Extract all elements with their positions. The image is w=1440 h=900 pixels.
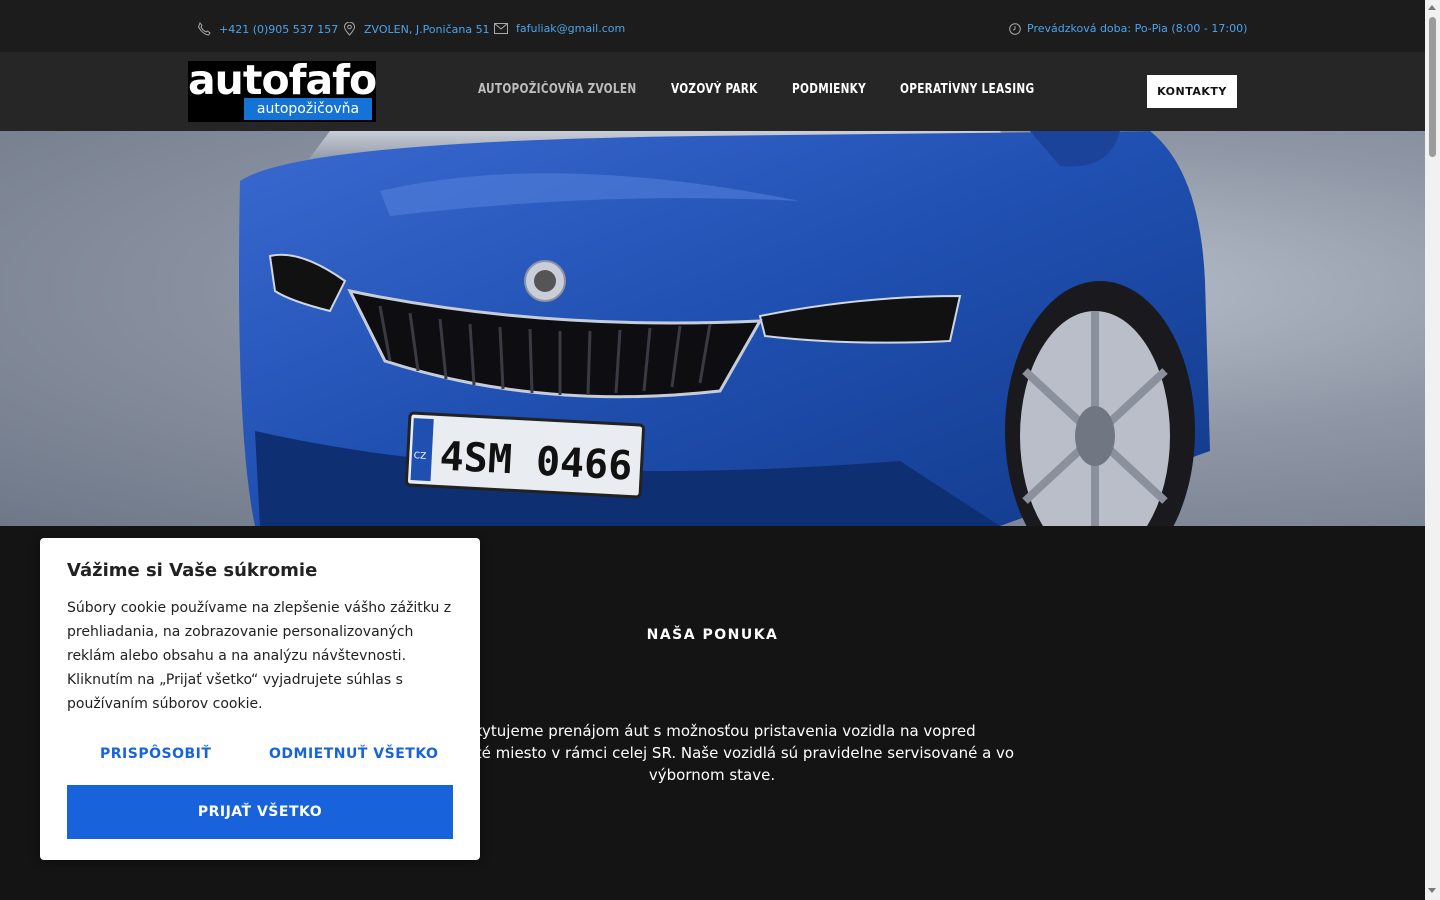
scroll-thumb[interactable] [1429,17,1436,157]
nav-item-operativny-leasing[interactable]: OPERATÍVNY LEASING [900,82,1034,97]
nav-item-autopozicovna-zvolen[interactable]: AUTOPOŽIČOVŇA ZVOLEN [478,82,636,97]
customize-button[interactable]: PRISPÔSOBIŤ [100,746,211,762]
nav-item-podmienky[interactable]: PODMIENKY [792,82,866,97]
cookie-title: Vážime si Vaše súkromie [67,560,318,581]
hero-banner: 4SM 0466 CZ [0,131,1425,526]
cookie-body: Súbory cookie používame na zlepšenie váš… [67,600,452,712]
top-info-bar: +421 (0)905 537 157 ZVOLEN, J.Poničana 5… [0,0,1425,52]
opening-hours: Prevádzková doba: Po-Pia (8:00 - 17:00) [1027,22,1248,35]
email-info[interactable]: fafuliak@gmail.com [494,22,625,35]
address-info: ZVOLEN, J.Poničana 51 [343,22,490,36]
reject-all-button[interactable]: ODMIETNUŤ VŠETKO [269,746,438,762]
hours-info: Prevádzková doba: Po-Pia (8:00 - 17:00) [1009,22,1247,35]
scroll-up-arrow-icon[interactable] [1428,5,1436,10]
logo-subtitle: autopožičovňa [244,98,372,120]
scroll-down-arrow-icon[interactable] [1428,888,1436,893]
phone-number[interactable]: +421 (0)905 537 157 [219,23,338,36]
nav-item-vozovy-park[interactable]: VOZOVÝ PARK [671,82,758,97]
logo-brand: autofafo [188,56,377,104]
car-hero-image: 4SM 0466 CZ [239,131,1210,526]
mail-icon [494,23,508,34]
clock-icon [1009,22,1021,35]
accept-all-button[interactable]: PRIJAŤ VŠETKO [67,785,453,839]
address-text: ZVOLEN, J.Poničana 51 [364,22,490,36]
email-link[interactable]: fafuliak@gmail.com [516,22,625,35]
main-navbar: autofafo autopožičovňa AUTOPOŽIČOVŇA ZVO… [0,52,1425,131]
contacts-button[interactable]: KONTAKTY [1147,75,1237,108]
phone-info[interactable]: +421 (0)905 537 157 [197,22,338,36]
license-plate-country: CZ [414,451,427,462]
page-scrollbar[interactable] [1425,0,1440,900]
site-logo[interactable]: autofafo autopožičovňa [188,56,377,122]
offer-description: Poskytujeme prenájom áut s možnosťou pri… [409,722,1015,784]
cookie-consent-modal: Vážime si Vaše súkromie Súbory cookie po… [40,538,480,860]
phone-icon [197,22,211,36]
location-pin-icon [343,22,356,36]
